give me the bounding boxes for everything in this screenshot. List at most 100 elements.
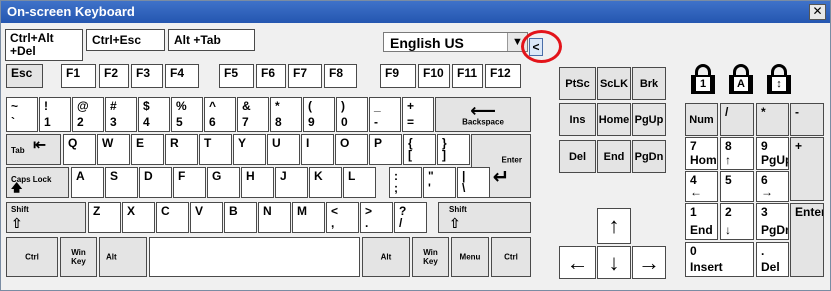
key-r[interactable]: R <box>165 134 198 165</box>
title-bar[interactable]: On-screen Keyboard ✕ <box>1 1 830 23</box>
key-space[interactable] <box>149 237 360 277</box>
key-e[interactable]: E <box>131 134 164 165</box>
key-1[interactable]: ! 1 <box>39 97 71 132</box>
key-f11[interactable]: F11 <box>452 64 483 88</box>
key-s[interactable]: S <box>105 167 138 198</box>
key-8[interactable]: * 8 <box>270 97 302 132</box>
key-=[interactable]: + = <box>402 97 434 132</box>
key-esc[interactable]: Esc <box>6 64 43 88</box>
key-i[interactable]: I <box>301 134 334 165</box>
key-bracket-1[interactable]: }] <box>437 134 470 165</box>
key-p[interactable]: P <box>369 134 402 165</box>
key-sym3-1[interactable]: " ' <box>423 167 456 198</box>
key-num-4[interactable]: 4 ← <box>685 171 718 202</box>
key-y[interactable]: Y <box>233 134 266 165</box>
key-h[interactable]: H <box>241 167 274 198</box>
key-pgup[interactable]: PgUp <box>632 103 666 136</box>
key-v[interactable]: V <box>190 202 223 233</box>
key-num-5[interactable]: 5 <box>720 171 754 202</box>
key-n[interactable]: N <box>258 202 291 233</box>
key-shift-left[interactable]: Shift ⇧ <box>6 202 86 233</box>
key-z[interactable]: Z <box>88 202 121 233</box>
key-num-dot[interactable]: . Del <box>756 242 789 277</box>
key-num-9[interactable]: 9PgUp <box>756 137 789 170</box>
key-f4[interactable]: F4 <box>165 64 199 88</box>
key-num-sub[interactable]: - <box>790 103 824 136</box>
key-sclk[interactable]: ScLK <box>597 67 631 100</box>
key-f7[interactable]: F7 <box>288 64 322 88</box>
key-f1[interactable]: F1 <box>61 64 96 88</box>
key-x[interactable]: X <box>122 202 155 233</box>
key-g[interactable]: G <box>207 167 240 198</box>
key-insert[interactable]: Ins <box>559 103 596 136</box>
key-left[interactable]: ← <box>559 246 596 279</box>
key-num-enter[interactable]: Enter <box>790 203 824 277</box>
key-delete[interactable]: Del <box>559 140 596 173</box>
key-2[interactable]: @2 <box>72 97 104 132</box>
key-7[interactable]: & 7 <box>237 97 269 132</box>
ctrl-alt-del-button[interactable]: Ctrl+Alt +Del <box>5 29 83 61</box>
key-alt-right[interactable]: Alt <box>362 237 410 277</box>
key-numlock[interactable]: Num <box>685 103 718 136</box>
key-q[interactable]: Q <box>63 134 96 165</box>
key-j[interactable]: J <box>275 167 308 198</box>
key-ctrl-left[interactable]: Ctrl <box>6 237 58 277</box>
key-3[interactable]: #3 <box>105 97 137 132</box>
key-f2[interactable]: F2 <box>99 64 129 88</box>
key-d[interactable]: D <box>139 167 172 198</box>
key-num-7[interactable]: 7Home <box>685 137 718 170</box>
key-tab[interactable]: Tab ⇤ <box>6 134 61 165</box>
key-k[interactable]: K <box>309 167 342 198</box>
key-w[interactable]: W <box>97 134 130 165</box>
key-4[interactable]: $4 <box>138 97 170 132</box>
key-f10[interactable]: F10 <box>418 64 450 88</box>
key-f8[interactable]: F8 <box>324 64 357 88</box>
key-win-right[interactable]: Win Key <box>412 237 449 277</box>
key-shift-right[interactable]: Shift ⇧ <box>438 202 531 233</box>
key-sym3-0[interactable]: :; <box>389 167 422 198</box>
key-num-2[interactable]: 2 ↓ <box>720 203 754 240</box>
key-ctrl-right[interactable]: Ctrl <box>491 237 531 277</box>
key-f12[interactable]: F12 <box>485 64 521 88</box>
key-b[interactable]: B <box>224 202 257 233</box>
key-5[interactable]: % 5 <box>171 97 203 132</box>
key-menu[interactable]: Menu <box>451 237 489 277</box>
key-`[interactable]: ~ ` <box>6 97 38 132</box>
close-button[interactable]: ✕ <box>809 4 826 20</box>
key-num-1[interactable]: 1 End <box>685 203 718 240</box>
alt-tab-button[interactable]: Alt +Tab <box>168 29 255 51</box>
key-sym4-0[interactable]: <, <box>326 202 359 233</box>
key-a[interactable]: A <box>71 167 104 198</box>
key-num-add[interactable]: + <box>790 137 824 201</box>
key-num-3[interactable]: 3 PgDn <box>756 203 789 240</box>
key-0[interactable]: ) 0 <box>336 97 368 132</box>
key-pgdn[interactable]: PgDn <box>632 140 666 173</box>
key-right[interactable]: → <box>632 246 666 279</box>
key-o[interactable]: O <box>335 134 368 165</box>
key-win-left[interactable]: Win Key <box>60 237 97 277</box>
key-6[interactable]: ^ 6 <box>204 97 236 132</box>
key-brk[interactable]: Brk <box>632 67 666 100</box>
key-f6[interactable]: F6 <box>256 64 286 88</box>
key-caps-lock[interactable]: Caps Lock 🡅 <box>6 167 69 198</box>
key-f[interactable]: F <box>173 167 206 198</box>
key-alt-left[interactable]: Alt <box>99 237 147 277</box>
language-select[interactable]: English US ▼ <box>383 32 528 52</box>
key-end[interactable]: End <box>597 140 631 173</box>
key-sym4-1[interactable]: >. <box>360 202 393 233</box>
key-sym4-2[interactable]: ? / <box>394 202 427 233</box>
key-prtsc[interactable]: PtSc <box>559 67 596 100</box>
key-down[interactable]: ↓ <box>597 246 631 279</box>
ctrl-esc-button[interactable]: Ctrl+Esc <box>86 29 165 51</box>
key-num-8[interactable]: 8 ↑ <box>720 137 754 170</box>
key-num-6[interactable]: 6 → <box>756 171 789 202</box>
key-up[interactable]: ↑ <box>597 208 631 244</box>
key-9[interactable]: (9 <box>303 97 335 132</box>
key-num-0[interactable]: 0 Insert <box>685 242 754 277</box>
key-backspace[interactable]: ⟵ Backspace <box>435 97 531 132</box>
key-t[interactable]: T <box>199 134 232 165</box>
key-sym3-2[interactable]: | \ <box>457 167 490 198</box>
key-f5[interactable]: F5 <box>219 64 254 88</box>
key-home[interactable]: Home <box>597 103 631 136</box>
key-m[interactable]: M <box>292 202 325 233</box>
